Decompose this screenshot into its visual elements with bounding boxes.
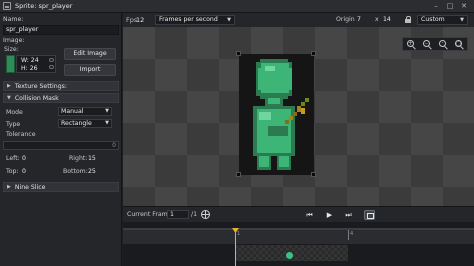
play-icon[interactable]: ▶ (325, 211, 334, 219)
chevron-down-icon: ▼ (105, 108, 109, 114)
import-button[interactable]: Import (64, 64, 116, 76)
sprite-thumbnail (6, 55, 15, 73)
chevron-right-icon: ▶ (7, 184, 11, 190)
globe-icon[interactable] (201, 210, 210, 219)
bottom-label: Bottom: (63, 168, 88, 175)
top-label: Top: (6, 168, 19, 175)
sprite-image (239, 54, 314, 175)
chevron-down-icon: ▼ (105, 120, 109, 126)
ruler-mark: 4 (350, 231, 354, 237)
tolerance-slider[interactable]: 0 (3, 141, 119, 150)
ruler-mark: 1 (237, 231, 241, 237)
type-label: Type (6, 121, 21, 128)
height-value: H: 26 (21, 65, 38, 72)
playhead[interactable] (235, 228, 236, 266)
maximize-button[interactable]: □ (446, 2, 454, 10)
size-label: Size: (4, 46, 19, 53)
chevron-down-icon: ▼ (7, 95, 11, 101)
collision-mask-section[interactable]: ▼ Collision Mask (3, 93, 119, 103)
window-title: Sprite: spr_player (15, 2, 73, 10)
tolerance-label: Tolerance (6, 131, 36, 138)
link-icon (49, 65, 54, 69)
sprite-toolbar: Fps 12 Frames per second ▼ Origin 7 x 14 … (123, 13, 474, 27)
origin-preset-dropdown[interactable]: Custom ▼ (417, 15, 468, 25)
type-dropdown[interactable]: Rectangle ▼ (58, 119, 112, 128)
frame-total: /1 (191, 211, 198, 218)
sprite-icon (3, 2, 11, 10)
crop-handle[interactable] (311, 51, 316, 56)
zoom-fit-icon[interactable]: □ (454, 39, 465, 50)
minimize-button[interactable]: – (432, 2, 440, 10)
current-frame-field[interactable]: 1 (167, 210, 189, 219)
width-value: W: 24 (21, 57, 39, 64)
top-value[interactable]: 0 (22, 168, 26, 175)
skip-forward-icon[interactable]: ⏭ (344, 211, 353, 219)
left-label: Left: (6, 155, 20, 162)
right-label: Right: (69, 155, 88, 162)
chevron-down-icon: ▼ (460, 17, 464, 23)
chevron-right-icon: ▶ (7, 83, 11, 89)
origin-separator: x (375, 16, 379, 23)
frame-keyframe-icon[interactable] (286, 252, 293, 259)
right-value[interactable]: 15 (88, 155, 96, 162)
fps-value[interactable]: 12 (136, 16, 144, 24)
sprite-properties-panel: Name: spr_player Image: Size: W: 24 H: 2… (0, 13, 122, 266)
left-value[interactable]: 0 (22, 155, 26, 162)
timeline-ruler[interactable]: 1 4 (123, 228, 474, 244)
timeline[interactable]: 1 4 (123, 222, 474, 266)
name-label: Name: (3, 16, 24, 23)
chevron-down-icon: ▼ (227, 17, 231, 23)
edit-image-button[interactable]: Edit Image (64, 48, 116, 60)
crop-handle[interactable] (311, 172, 316, 177)
link-icon (49, 58, 54, 62)
image-label: Image: (3, 37, 25, 44)
skip-back-icon[interactable]: ⏮ (305, 211, 314, 219)
origin-x-value[interactable]: 7 (357, 16, 361, 23)
playback-bar: Current Frame: 1 /1 ⏮ ▶ ⏭ (123, 206, 474, 222)
lock-icon[interactable] (405, 16, 411, 23)
zoom-in-icon[interactable]: + (406, 39, 417, 50)
crop-handle[interactable] (236, 172, 241, 177)
mode-label: Mode (6, 109, 23, 116)
zoom-out-icon[interactable]: – (422, 39, 433, 50)
bottom-value[interactable]: 25 (88, 168, 96, 175)
zoom-toolbar: + – · □ (402, 37, 468, 51)
origin-y-value[interactable]: 14 (383, 16, 391, 23)
crop-handle[interactable] (236, 51, 241, 56)
mode-dropdown[interactable]: Manual ▼ (58, 107, 112, 116)
nine-slice-section[interactable]: ▶ Nine Slice (3, 182, 119, 192)
texture-settings-section[interactable]: ▶ Texture Settings: (3, 81, 119, 91)
title-bar: Sprite: spr_player – □ ✕ (0, 0, 474, 13)
loop-toggle-button[interactable] (364, 210, 375, 220)
zoom-reset-icon[interactable]: · (438, 39, 449, 50)
sprite-canvas[interactable]: + – · □ (123, 27, 474, 206)
close-button[interactable]: ✕ (460, 2, 468, 10)
origin-label: Origin (336, 16, 355, 23)
fps-mode-dropdown[interactable]: Frames per second ▼ (155, 15, 235, 25)
player-sprite-icon (253, 59, 309, 170)
name-field[interactable]: spr_player (3, 25, 119, 35)
